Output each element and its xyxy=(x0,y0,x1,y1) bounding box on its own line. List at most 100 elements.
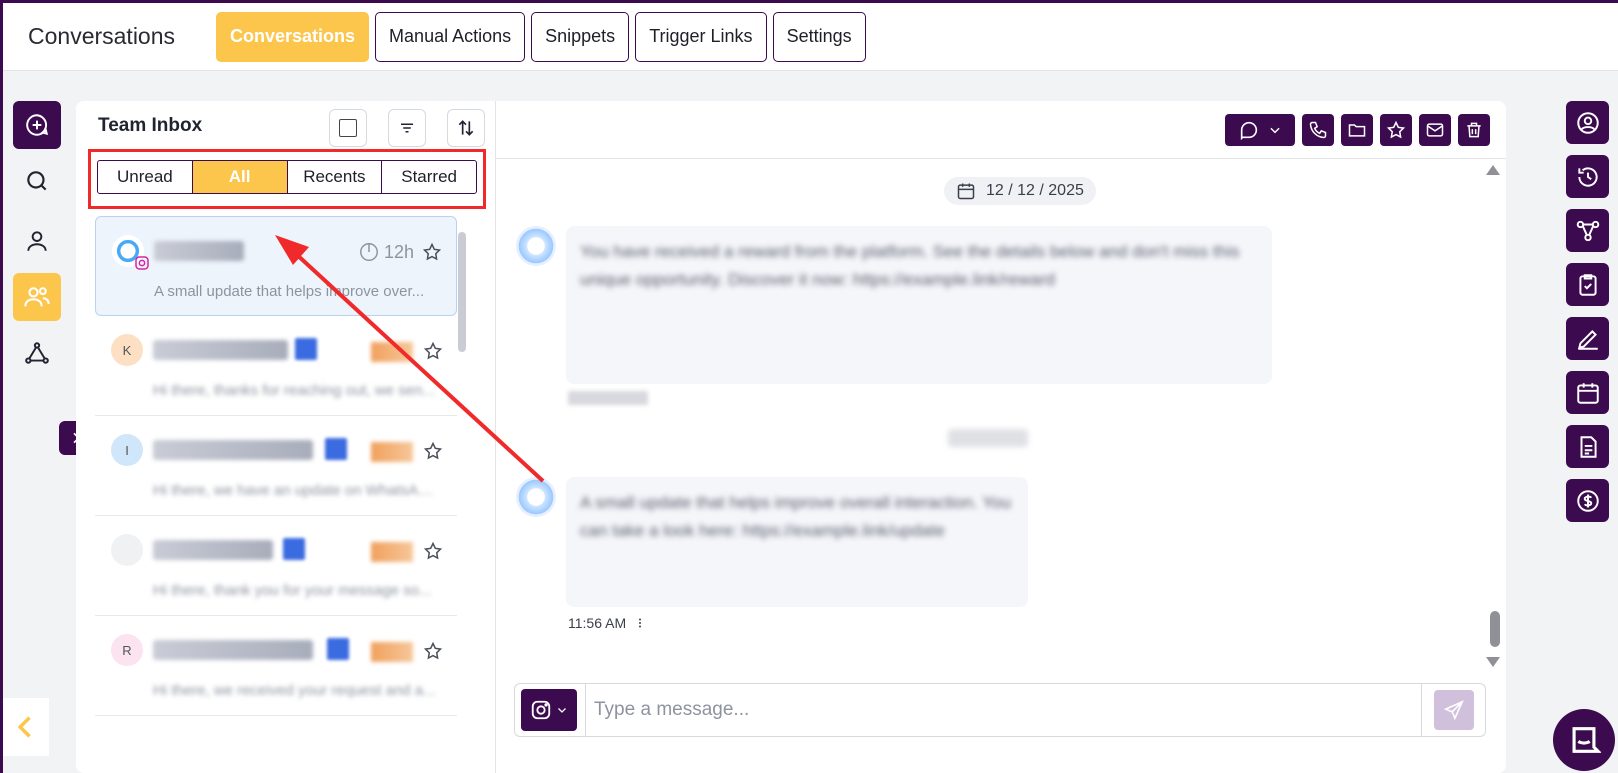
star-conversation-button[interactable] xyxy=(1380,114,1412,146)
dollar-circle-icon xyxy=(1576,489,1599,512)
conversation-preview: Hi there, we received your request and a… xyxy=(153,682,436,699)
conversation-time xyxy=(371,642,413,662)
tab-trigger-links[interactable]: Trigger Links xyxy=(635,11,767,62)
history-button[interactable] xyxy=(1566,155,1609,198)
select-all-checkbox[interactable] xyxy=(329,109,367,147)
notes-button[interactable] xyxy=(1566,317,1609,360)
filter-starred[interactable]: Starred xyxy=(382,161,476,193)
star-icon[interactable] xyxy=(423,641,443,661)
conversation-item[interactable]: R Hi there, we received your request and… xyxy=(95,616,457,716)
trash-icon xyxy=(1467,122,1481,138)
right-rail xyxy=(1566,101,1610,533)
conversation-item[interactable]: Hi there, thank you for your message so.… xyxy=(95,516,457,616)
timer-icon xyxy=(359,243,378,261)
history-icon xyxy=(1577,166,1598,187)
conversation-preview: A small update that helps improve over..… xyxy=(154,283,425,300)
scroll-down-icon[interactable] xyxy=(1486,657,1500,667)
search-button[interactable] xyxy=(13,157,61,205)
tab-settings[interactable]: Settings xyxy=(772,11,866,62)
scroll-up-icon[interactable] xyxy=(1486,165,1500,175)
sender-avatar xyxy=(516,477,556,517)
app-title: Conversations xyxy=(28,23,176,49)
main-tabs: Conversations Manual Actions Snippets Tr… xyxy=(216,11,866,62)
integrations-button[interactable] xyxy=(1566,209,1609,252)
channel-badge xyxy=(325,438,347,460)
conversation-list: 12h A small update that helps improve ov… xyxy=(95,216,457,716)
top-bar: Conversations Conversations Manual Actio… xyxy=(3,3,1618,71)
filter-lines-icon xyxy=(401,123,413,133)
filter-unread[interactable]: Unread xyxy=(98,161,193,193)
channel-badge xyxy=(283,538,305,560)
channel-select-button[interactable] xyxy=(521,689,577,731)
tasks-button[interactable] xyxy=(1566,263,1609,306)
chat-scrollbar[interactable] xyxy=(1490,611,1500,647)
conversation-preview: Hi there, we have an update on WhatsApp.… xyxy=(153,482,438,499)
filter-highlight: Unread All Recents Starred xyxy=(88,149,486,209)
team-inbox-button[interactable] xyxy=(13,273,61,321)
contact-profile-button[interactable] xyxy=(1566,101,1609,144)
instagram-icon xyxy=(135,256,149,270)
star-icon[interactable] xyxy=(422,242,442,262)
calendar-icon xyxy=(1576,382,1599,404)
call-button[interactable] xyxy=(1302,114,1334,146)
mark-unread-button[interactable] xyxy=(1419,114,1451,146)
filter-all[interactable]: All xyxy=(192,161,288,193)
send-button[interactable] xyxy=(1421,684,1485,736)
sender-avatar xyxy=(516,226,556,266)
folder-icon xyxy=(1348,124,1366,137)
tab-manual-actions[interactable]: Manual Actions xyxy=(375,11,526,62)
avatar: K xyxy=(111,334,143,366)
workflows-button[interactable] xyxy=(13,329,61,377)
inbox-scrollbar[interactable] xyxy=(458,232,466,352)
checkbox-icon xyxy=(339,119,357,137)
time-label: 12h xyxy=(383,241,414,262)
message-input[interactable] xyxy=(585,684,1421,736)
channel-badge xyxy=(295,338,317,360)
star-icon[interactable] xyxy=(423,441,443,461)
back-button[interactable] xyxy=(3,698,49,756)
tab-conversations[interactable]: Conversations xyxy=(216,11,370,62)
contacts-button[interactable] xyxy=(13,217,61,265)
avatar: I xyxy=(111,434,143,466)
sort-button[interactable] xyxy=(447,109,485,147)
conversation-preview: Hi there, thanks for reaching out, we se… xyxy=(153,382,435,399)
message-time: 11:56 AM xyxy=(568,615,646,631)
new-message-button[interactable] xyxy=(13,101,61,149)
chevron-left-icon xyxy=(17,716,31,738)
document-icon xyxy=(1580,435,1597,458)
chat-panel: 12 / 12 / 2025 You have received a rewar… xyxy=(496,101,1506,773)
clipboard-check-icon xyxy=(1578,273,1597,296)
instagram-icon xyxy=(531,700,551,720)
star-icon[interactable] xyxy=(423,341,443,361)
filter-button[interactable] xyxy=(388,109,426,147)
pen-icon xyxy=(1577,329,1598,350)
appointments-button[interactable] xyxy=(1566,371,1609,414)
filter-recents[interactable]: Recents xyxy=(288,161,383,193)
documents-button[interactable] xyxy=(1566,425,1609,468)
calendar-icon xyxy=(957,183,975,200)
channel-badge xyxy=(327,638,349,660)
star-icon[interactable] xyxy=(423,541,443,561)
contact-name xyxy=(153,340,288,360)
send-button-inner xyxy=(1433,690,1474,730)
conversation-item[interactable]: K Hi there, thanks for reaching out, we … xyxy=(95,316,457,416)
date-divider xyxy=(948,429,1028,447)
tab-snippets[interactable]: Snippets xyxy=(531,11,630,62)
team-inbox-panel: Team Inbox Unread All Recents Starred 12… xyxy=(76,101,496,773)
inbox-title: Team Inbox xyxy=(98,115,203,136)
user-icon xyxy=(27,231,47,251)
inbox-tools xyxy=(329,109,485,147)
assign-dropdown-button[interactable] xyxy=(1225,114,1295,146)
conversation-time: 12h xyxy=(358,241,414,263)
conversation-item[interactable]: I Hi there, we have an update on WhatsAp… xyxy=(95,416,457,516)
help-chat-button[interactable] xyxy=(1553,709,1615,771)
conversation-item[interactable]: 12h A small update that helps improve ov… xyxy=(95,216,457,316)
more-vertical-icon[interactable] xyxy=(634,616,646,630)
payments-button[interactable] xyxy=(1566,479,1609,522)
conversation-preview: Hi there, thank you for your message so.… xyxy=(153,582,432,599)
chat-bubble-icon xyxy=(1240,121,1258,141)
folder-button[interactable] xyxy=(1341,114,1373,146)
delete-button[interactable] xyxy=(1458,114,1490,146)
left-rail xyxy=(13,101,65,385)
contact-name xyxy=(153,640,313,660)
